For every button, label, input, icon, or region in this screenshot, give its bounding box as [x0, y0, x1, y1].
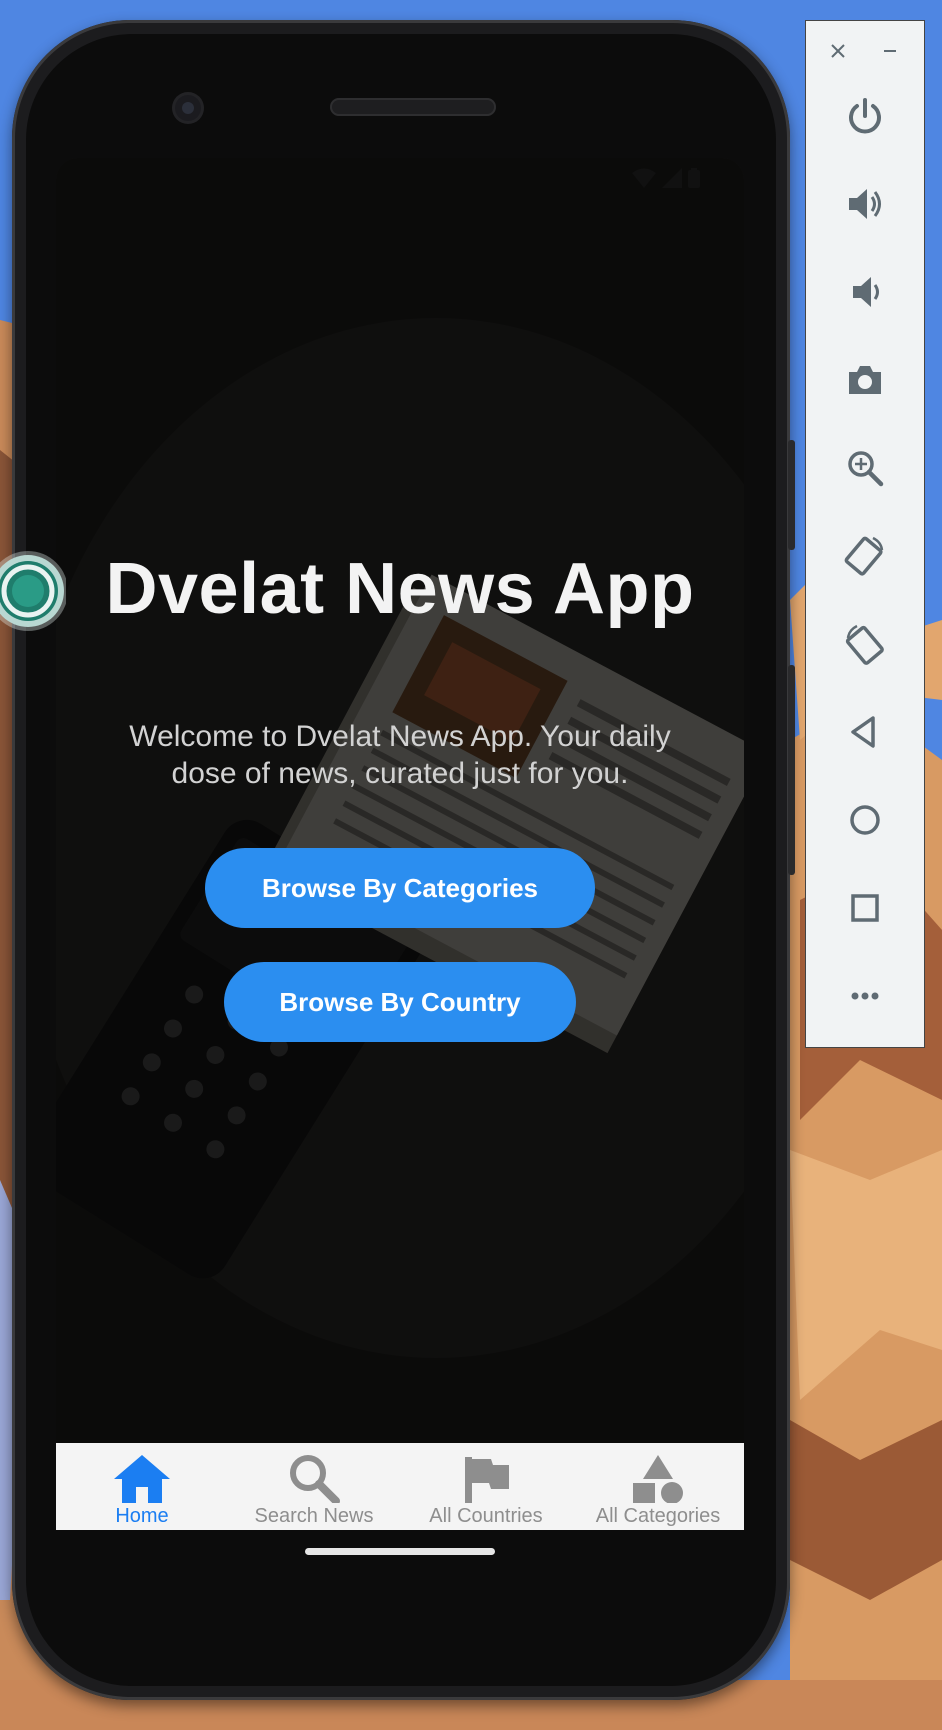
browse-by-categories-button[interactable]: Browse By Categories [205, 848, 595, 928]
newspaper-background-image [56, 158, 744, 1530]
app-subtitle: Welcome to Dvelat News App. Your daily d… [129, 720, 671, 790]
nav-item-label: All Countries [429, 1505, 543, 1527]
zoom-icon [848, 451, 884, 487]
battery-icon [688, 168, 700, 188]
power-icon [849, 98, 881, 134]
earpiece-speaker [330, 98, 496, 116]
volume-up-icon [849, 189, 881, 219]
minimize-icon[interactable] [882, 43, 898, 59]
rotate-right-button[interactable] [840, 619, 890, 669]
power-button[interactable] [840, 91, 890, 141]
back-button[interactable] [840, 707, 890, 757]
side-button-power [788, 440, 795, 550]
back-icon [851, 716, 875, 748]
wifi-icon [632, 168, 656, 188]
home-circle-icon [850, 805, 880, 835]
rotate-right-icon [845, 624, 884, 665]
camera-icon [849, 366, 881, 394]
floating-assist-bubble-icon[interactable] [0, 548, 66, 634]
front-camera [175, 95, 201, 121]
volume-up-button[interactable] [840, 179, 890, 229]
more-button[interactable] [840, 971, 890, 1021]
nav-item-label: Home [115, 1505, 169, 1527]
shapes-icon [633, 1455, 683, 1503]
home-button[interactable] [840, 795, 890, 845]
nav-item-label: Search News [254, 1505, 374, 1527]
screenshot-button[interactable] [840, 355, 890, 405]
nav-item-all-countries[interactable]: All Countries [400, 1443, 572, 1530]
home-icon [114, 1455, 170, 1503]
zoom-button[interactable] [840, 443, 890, 493]
rotate-left-button[interactable] [840, 531, 890, 581]
flag-icon [465, 1457, 509, 1503]
nav-item-home[interactable]: Home [56, 1443, 228, 1530]
nav-item-all-categories[interactable]: All Categories [572, 1443, 744, 1530]
nav-item-search-news[interactable]: Search News [228, 1443, 400, 1530]
emulator-control-panel [805, 20, 925, 1048]
status-bar-icons [632, 168, 700, 188]
bottom-navigation: Home Search News All Countries All Categ… [56, 1443, 744, 1530]
browse-by-country-button[interactable]: Browse By Country [224, 962, 576, 1042]
gesture-home-indicator[interactable] [305, 1548, 495, 1555]
more-icon [851, 992, 879, 1000]
nav-item-label: All Categories [595, 1505, 721, 1527]
volume-down-button[interactable] [840, 267, 890, 317]
search-icon [290, 1455, 340, 1503]
rotate-left-icon [844, 536, 884, 576]
close-icon[interactable] [830, 43, 846, 59]
cell-signal-icon [662, 168, 682, 188]
overview-button[interactable] [840, 883, 890, 933]
app-title: Dvelat News App [105, 549, 695, 629]
app-screen: Dvelat News App Welcome to Dvelat News A… [56, 158, 744, 1530]
side-button-volume [788, 665, 795, 875]
volume-down-icon [853, 277, 879, 307]
overview-icon [851, 894, 879, 922]
